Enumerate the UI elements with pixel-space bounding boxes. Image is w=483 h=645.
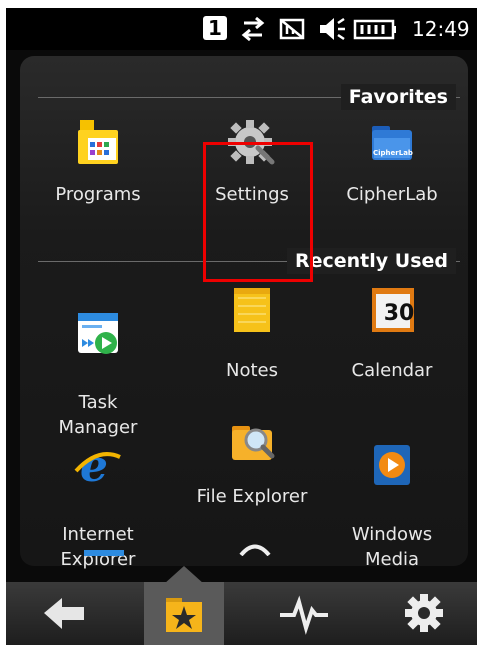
tile-cipherlab-label: CipherLab bbox=[346, 184, 438, 205]
tile-file-explorer-label: File Explorer bbox=[196, 486, 308, 507]
sync-arrows-icon[interactable] bbox=[238, 16, 268, 42]
no-signal-icon[interactable] bbox=[277, 16, 307, 42]
svg-text:e: e bbox=[80, 441, 108, 492]
favorites-button[interactable] bbox=[144, 582, 224, 645]
partial-tile-icon bbox=[84, 550, 124, 556]
tile-internet-explorer[interactable]: e Internet Explorer bbox=[28, 416, 168, 597]
start-panel: Favorites Programs Settings CipherLab Ci… bbox=[20, 56, 468, 570]
settings-button[interactable] bbox=[384, 582, 464, 645]
gear-icon bbox=[405, 594, 443, 632]
tile-programs[interactable]: Programs bbox=[28, 116, 168, 207]
favorites-star-icon bbox=[166, 598, 202, 632]
pulse-icon bbox=[280, 595, 328, 635]
tile-internet-explorer-label: Internet Explorer bbox=[60, 524, 136, 570]
settings-highlight-box bbox=[203, 142, 313, 282]
status-bar: 1 12:49 bbox=[6, 8, 477, 50]
notes-icon bbox=[234, 288, 270, 332]
cipherlab-logo-text: CipherLab bbox=[373, 149, 413, 157]
tile-cipherlab[interactable]: CipherLab bbox=[322, 116, 462, 207]
calendar-day: 30 bbox=[383, 301, 415, 326]
back-arrow-icon bbox=[44, 598, 84, 629]
activity-button[interactable] bbox=[264, 582, 344, 645]
internet-explorer-icon: e bbox=[74, 441, 121, 492]
partial-arc-icon bbox=[239, 544, 271, 556]
task-manager-icon bbox=[78, 313, 118, 354]
screen: 1 12:49 Favorites Programs Settings Ciph… bbox=[0, 0, 483, 645]
device-screen: 1 12:49 Favorites Programs Settings Ciph… bbox=[6, 8, 477, 645]
tile-programs-label: Programs bbox=[55, 184, 141, 205]
tile-notes[interactable]: Notes bbox=[182, 284, 322, 383]
volume-icon[interactable] bbox=[318, 16, 346, 42]
programs-icon bbox=[78, 120, 118, 164]
favorites-title: Favorites bbox=[340, 84, 456, 110]
bottom-navigation-bar bbox=[6, 582, 477, 645]
file-explorer-icon bbox=[232, 426, 275, 460]
tile-calendar-label: Calendar bbox=[351, 360, 433, 381]
windows-media-icon bbox=[374, 445, 410, 485]
tile-notes-label: Notes bbox=[226, 360, 278, 381]
tile-windows-media-label: Windows Media bbox=[351, 524, 433, 570]
notification-badge[interactable]: 1 bbox=[203, 16, 227, 40]
battery-icon[interactable] bbox=[353, 16, 397, 42]
cipherlab-folder-icon bbox=[372, 126, 412, 160]
favorites-header: Favorites bbox=[20, 84, 468, 110]
back-button[interactable] bbox=[24, 582, 104, 645]
clock[interactable]: 12:49 bbox=[412, 18, 470, 44]
tile-file-explorer[interactable]: File Explorer bbox=[182, 416, 322, 509]
tile-windows-media[interactable]: Windows Media bbox=[322, 416, 462, 597]
